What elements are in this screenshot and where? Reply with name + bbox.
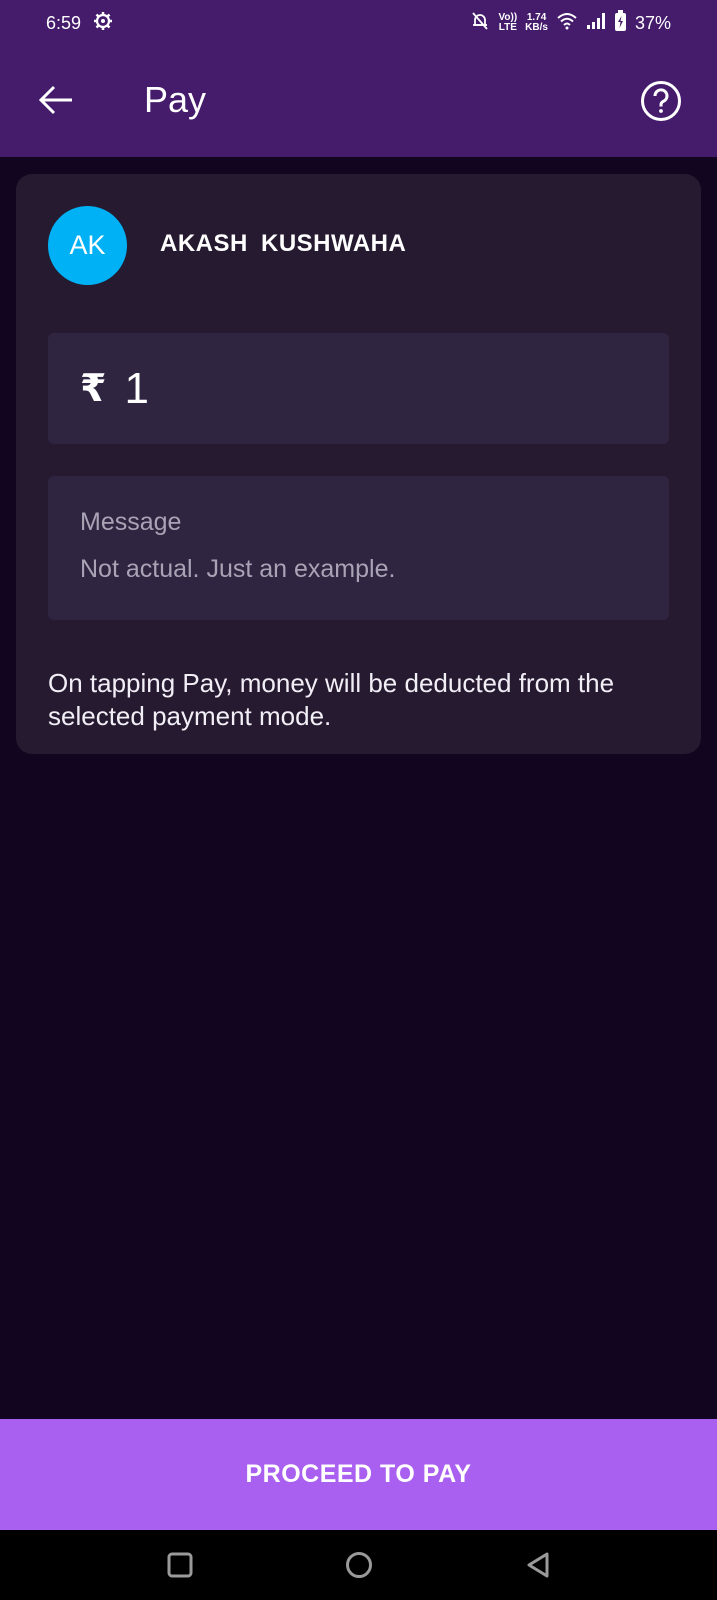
payment-info-text: On tapping Pay, money will be deducted f… — [48, 668, 615, 731]
battery-icon — [614, 9, 627, 37]
volte-bottom: LTE — [498, 22, 517, 33]
status-bar-left: 6:59 — [46, 11, 113, 36]
system-nav-bar — [0, 1530, 717, 1600]
wifi-icon — [556, 12, 578, 35]
back-icon — [527, 1552, 548, 1578]
status-bar: 6:59 Vo)) LTE 1.74 KB/s 37% — [0, 0, 717, 46]
message-label: Message — [80, 508, 182, 536]
status-bar-right: Vo)) LTE 1.74 KB/s 37% — [470, 9, 671, 37]
network-speed: 1.74 KB/s — [525, 13, 548, 33]
avatar: AK — [48, 206, 127, 285]
status-time: 6:59 — [46, 12, 82, 33]
back-button[interactable] — [34, 78, 78, 122]
page-title: Pay — [144, 79, 207, 120]
volte-indicator: Vo)) LTE — [498, 13, 517, 33]
amount-value: 1 — [124, 363, 149, 413]
signal-icon — [586, 12, 606, 35]
battery-percent: 37% — [634, 12, 671, 33]
proceed-to-pay-button[interactable]: PROCEED TO PAY — [0, 1419, 717, 1530]
recents-icon — [167, 1552, 192, 1578]
arrow-left-icon — [38, 85, 72, 115]
message-text: Not actual. Just an example. — [80, 555, 396, 583]
settings-gear-icon — [93, 11, 113, 36]
app-bar: Pay — [0, 46, 717, 157]
message-field[interactable]: Message Not actual. Just an example. — [48, 476, 669, 620]
amount-field[interactable]: ₹ 1 — [48, 333, 669, 444]
payee-name: AKASH KUSHWAHA — [160, 230, 407, 257]
help-circle-icon — [641, 81, 681, 121]
home-icon — [345, 1552, 372, 1578]
nav-back-button[interactable] — [516, 1543, 560, 1587]
home-button[interactable] — [337, 1543, 381, 1587]
network-speed-unit: KB/s — [525, 22, 548, 33]
mute-bell-icon — [470, 11, 490, 36]
currency-symbol: ₹ — [80, 368, 107, 410]
payment-card: AK AKASH KUSHWAHA ₹ 1 Message Not actual… — [16, 174, 701, 754]
recents-button[interactable] — [158, 1543, 202, 1587]
help-button[interactable] — [640, 80, 682, 122]
